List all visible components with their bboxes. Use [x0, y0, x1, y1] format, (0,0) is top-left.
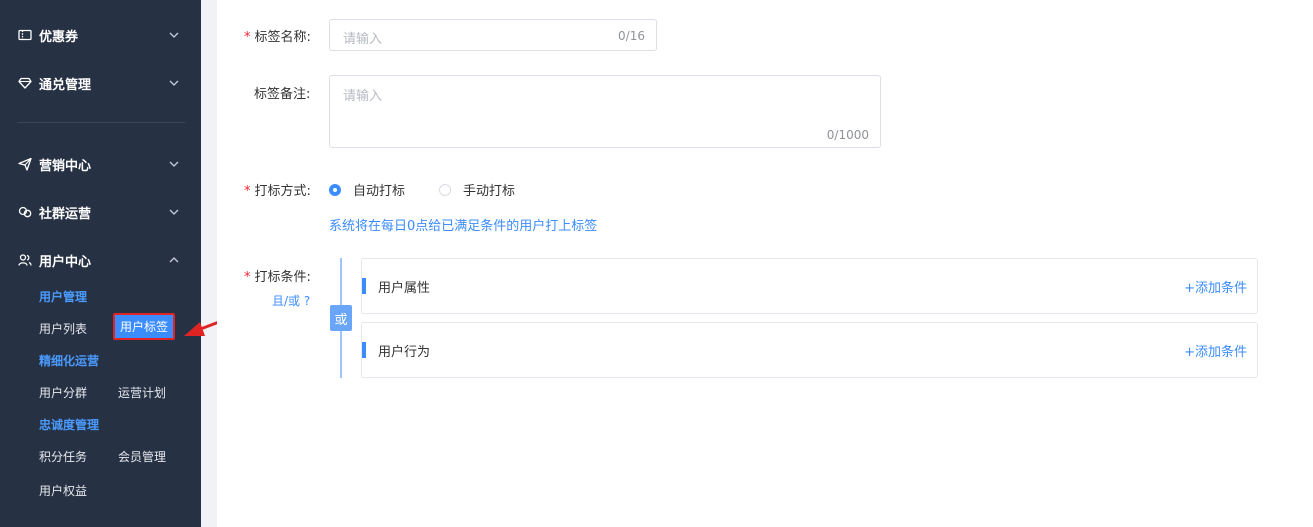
nav-points-tasks[interactable]: 积分任务 — [39, 448, 87, 465]
tag-method-hint: 系统将在每日0点给已满足条件的用户打上标签 — [329, 219, 598, 234]
menu-label: 优惠券 — [39, 29, 79, 45]
tag-note-placeholder: 请输入 — [343, 89, 383, 104]
condition-group-title: 用户属性 — [378, 281, 431, 296]
group-fine-ops: 精细化运营 — [39, 354, 100, 368]
nav-user-list[interactable]: 用户列表 — [39, 320, 87, 337]
condition-group-user-behavior: 用户行为 +添加条件 — [361, 322, 1258, 378]
condition-group-user-attributes: 用户属性 +添加条件 — [361, 258, 1258, 314]
menu-item-coupons[interactable]: 优惠券 — [0, 20, 201, 50]
chevron-down-icon — [168, 77, 180, 89]
tag-condition-label: * 打标条件: — [244, 270, 311, 285]
tag-name-input[interactable]: 请输入 0/16 — [329, 19, 657, 51]
nav-member-manage[interactable]: 会员管理 — [118, 448, 166, 465]
sidebar-divider — [17, 122, 185, 123]
nav-ops-plan[interactable]: 运营计划 — [118, 384, 166, 401]
tag-note-textarea[interactable]: 请输入 0/1000 — [329, 75, 881, 148]
radio-unchecked-icon — [439, 183, 451, 196]
tag-note-label: 标签备注: — [254, 87, 311, 102]
menu-label: 通兑管理 — [39, 77, 92, 93]
or-badge[interactable]: 或 — [330, 305, 352, 331]
accent-bar — [362, 342, 366, 358]
add-condition-button[interactable]: +添加条件 — [1184, 277, 1247, 296]
tag-name-counter: 0/16 — [618, 29, 645, 43]
users-icon — [17, 252, 33, 268]
menu-item-marketing[interactable]: 营销中心 — [0, 149, 201, 179]
menu-item-user-center[interactable]: 用户中心 — [0, 245, 201, 275]
condition-group-title: 用户行为 — [378, 345, 431, 360]
send-icon — [17, 156, 33, 172]
and-or-toggle[interactable]: 且/或 ? — [272, 292, 310, 309]
chevron-down-icon — [168, 29, 180, 41]
required-mark: * — [244, 30, 251, 45]
tag-name-placeholder: 请输入 — [343, 32, 383, 47]
chevron-down-icon — [168, 158, 180, 170]
menu-item-exchange[interactable]: 通兑管理 — [0, 68, 201, 98]
group-user-manage: 用户管理 — [39, 290, 88, 304]
nav-user-segments[interactable]: 用户分群 — [39, 384, 87, 401]
radio-manual-tag[interactable]: 手动打标 — [439, 180, 515, 199]
nav-user-tags[interactable]: 用户标签 — [113, 313, 176, 340]
community-icon — [17, 204, 33, 220]
tag-name-label: * 标签名称: — [244, 30, 311, 45]
menu-label: 用户中心 — [39, 254, 92, 270]
coupon-icon — [17, 27, 33, 43]
sidebar: 优惠券 通兑管理 营销中心 社群运营 用户中心 用户管理 用户列表 用户标签 精… — [0, 0, 201, 527]
chevron-down-icon — [168, 206, 180, 218]
menu-label: 社群运营 — [39, 206, 92, 222]
main-content: * 标签名称: 请输入 0/16 标签备注: 请输入 0/1000 * 打标方式: … — [217, 0, 1313, 527]
add-condition-button[interactable]: +添加条件 — [1184, 341, 1247, 360]
chevron-up-icon — [168, 254, 180, 266]
nav-user-benefits[interactable]: 用户权益 — [39, 482, 87, 499]
tag-note-counter: 0/1000 — [826, 128, 869, 142]
radio-auto-tag[interactable]: 自动打标 — [329, 180, 405, 199]
gem-icon — [17, 75, 33, 91]
menu-item-community[interactable]: 社群运营 — [0, 197, 201, 227]
tag-method-label: * 打标方式: — [244, 184, 311, 199]
menu-label: 营销中心 — [39, 158, 92, 174]
radio-checked-icon — [329, 183, 341, 196]
group-loyalty: 忠诚度管理 — [39, 418, 100, 432]
accent-bar — [362, 278, 366, 294]
